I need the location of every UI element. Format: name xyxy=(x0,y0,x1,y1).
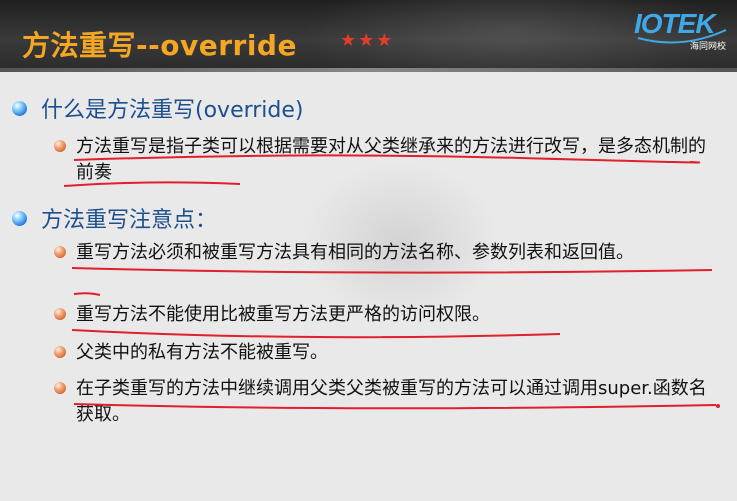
iotek-logo: IOTEK 海同网校 xyxy=(634,8,730,52)
orange-bullet-icon xyxy=(54,246,66,258)
list-item: 方法重写是指子类可以根据需要对从父类继承来的方法进行改写，是多态机制的前奏 xyxy=(54,134,714,186)
list-item-text: 在子类重写的方法中继续调用父类父类被重写的方法可以通过调用super.函数名获取… xyxy=(76,378,707,425)
orange-bullet-icon xyxy=(54,382,66,394)
section-heading-what-is-override: 什么是方法重写(override) xyxy=(12,92,304,124)
list-item-text: 重写方法必须和被重写方法具有相同的方法名称、参数列表和返回值。 xyxy=(76,242,634,263)
section-heading-notes: 方法重写注意点： xyxy=(12,202,217,234)
slide-title: 方法重写--override xyxy=(22,29,297,62)
orange-bullet-icon xyxy=(54,140,66,152)
list-item-text: 父类中的私有方法不能被重写。 xyxy=(76,342,328,363)
logo-text: IOTEK xyxy=(634,8,716,39)
logo-subtext: 海同网校 xyxy=(690,42,727,52)
slide-body: 什么是方法重写(override) 方法重写是指子类可以根据需要对从父类继承来的… xyxy=(0,72,737,501)
orange-bullet-icon xyxy=(54,346,66,358)
list-item: 在子类重写的方法中继续调用父类父类被重写的方法可以通过调用super.函数名获取… xyxy=(54,376,714,428)
list-item-text: 重写方法不能使用比被重写方法更严格的访问权限。 xyxy=(76,304,490,325)
list-item: 重写方法必须和被重写方法具有相同的方法名称、参数列表和返回值。 xyxy=(54,240,714,266)
list-item-text: 方法重写是指子类可以根据需要对从父类继承来的方法进行改写，是多态机制的前奏 xyxy=(76,136,706,183)
section-heading-text: 方法重写注意点： xyxy=(41,208,218,233)
blue-bullet-icon xyxy=(12,100,27,116)
orange-bullet-icon xyxy=(54,308,66,320)
difficulty-stars: ★★★ xyxy=(340,30,395,51)
slide-header: 方法重写--override ★★★ IOTEK 海同网校 xyxy=(0,0,737,72)
section-heading-text: 什么是方法重写(override) xyxy=(41,98,304,123)
blue-bullet-icon xyxy=(12,210,27,226)
list-item: 父类中的私有方法不能被重写。 xyxy=(54,340,714,366)
list-item: 重写方法不能使用比被重写方法更严格的访问权限。 xyxy=(54,302,714,328)
